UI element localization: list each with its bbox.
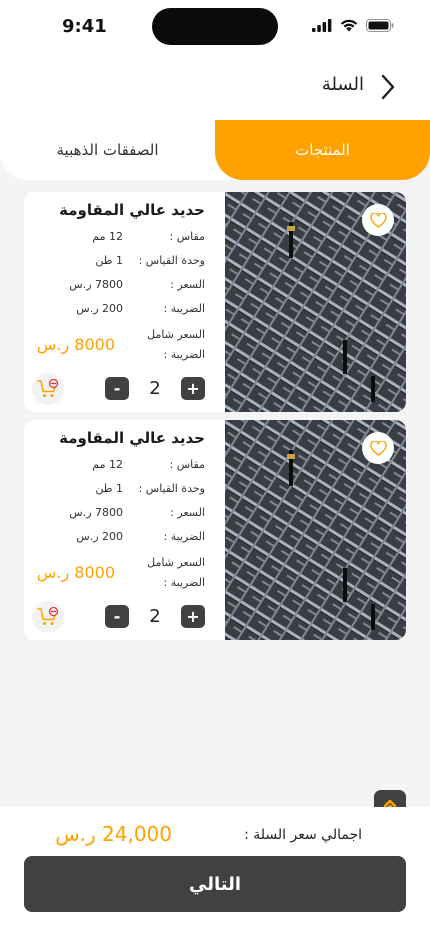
cart-total-value: 24,000 ر.س xyxy=(55,822,172,846)
product-details: حديد عالي المقاومة مقاس : 12 مم وحدة الق… xyxy=(24,192,225,412)
total-with-tax-value: 8000 ر.س xyxy=(36,563,115,582)
cart-remove-icon xyxy=(37,379,59,397)
page-title: السلة xyxy=(321,74,364,95)
status-icons xyxy=(312,19,394,32)
product-name: حديد عالي المقاومة xyxy=(59,429,205,447)
favorite-button[interactable] xyxy=(362,204,394,236)
cart-item-card: حديد عالي المقاومة مقاس : 12 مم وحدة الق… xyxy=(24,420,406,640)
spec-price-value: 7800 ر.س xyxy=(69,506,123,519)
spec-price-label: السعر : xyxy=(170,278,205,291)
spec-price-label: السعر : xyxy=(170,506,205,519)
signal-icon xyxy=(312,19,332,32)
favorite-button[interactable] xyxy=(362,432,394,464)
battery-icon xyxy=(366,19,394,32)
tab-golden-deals[interactable]: الصفقات الذهبية xyxy=(0,120,215,180)
cart-screen: 9:41 السلة المنتجات الصفقات الذهبية حديد… xyxy=(0,0,430,932)
remove-from-cart-button[interactable] xyxy=(32,601,64,633)
spec-size-value: 12 مم xyxy=(92,458,123,471)
chevron-right-icon xyxy=(381,74,395,100)
cart-remove-icon xyxy=(37,607,59,625)
product-image xyxy=(225,420,406,640)
cart-total-label: اجمالي سعر السلة : xyxy=(244,827,362,843)
status-time: 9:41 xyxy=(62,16,107,37)
dynamic-island xyxy=(152,8,278,45)
spec-unit-label: وحدة القياس : xyxy=(138,482,205,495)
heart-icon xyxy=(369,212,387,228)
next-button[interactable]: التالي xyxy=(24,856,406,912)
status-bar: 9:41 xyxy=(0,0,430,54)
wifi-icon xyxy=(340,19,358,32)
quantity-increase-button[interactable]: + xyxy=(181,605,205,628)
quantity-increase-button[interactable]: + xyxy=(181,377,205,400)
spec-tax-label: الضريبة : xyxy=(163,530,206,543)
spec-unit-label: وحدة القياس : xyxy=(138,254,205,267)
remove-from-cart-button[interactable] xyxy=(32,373,64,405)
product-details: حديد عالي المقاومة مقاس : 12 مم وحدة الق… xyxy=(24,420,225,640)
quantity-value: 2 xyxy=(149,378,161,399)
quantity-decrease-button[interactable]: - xyxy=(105,377,129,400)
spec-size-value: 12 مم xyxy=(92,230,123,243)
spec-size-label: مقاس : xyxy=(169,230,205,243)
total-with-tax-label: السعر شامل الضريبة : xyxy=(147,556,205,589)
product-name: حديد عالي المقاومة xyxy=(59,201,205,219)
spec-tax-value: 200 ر.س xyxy=(76,530,123,543)
spec-unit-value: 1 طن xyxy=(95,254,123,267)
spec-unit-value: 1 طن xyxy=(95,482,123,495)
spec-tax-label: الضريبة : xyxy=(163,302,206,315)
total-with-tax-label: السعر شامل الضريبة : xyxy=(147,328,205,361)
checkout-footer: اجمالي سعر السلة : 24,000 ر.س التالي xyxy=(0,807,430,932)
app-header: السلة xyxy=(0,54,430,120)
quantity-decrease-button[interactable]: - xyxy=(105,605,129,628)
cart-tabs: المنتجات الصفقات الذهبية xyxy=(0,120,430,180)
tab-products[interactable]: المنتجات xyxy=(215,120,430,180)
total-with-tax-value: 8000 ر.س xyxy=(36,335,115,354)
back-button[interactable] xyxy=(374,72,402,102)
spec-size-label: مقاس : xyxy=(169,458,205,471)
product-image xyxy=(225,192,406,412)
spec-tax-value: 200 ر.س xyxy=(76,302,123,315)
heart-icon xyxy=(369,440,387,456)
spec-price-value: 7800 ر.س xyxy=(69,278,123,291)
quantity-value: 2 xyxy=(149,606,161,627)
cart-item-card: حديد عالي المقاومة مقاس : 12 مم وحدة الق… xyxy=(24,192,406,412)
